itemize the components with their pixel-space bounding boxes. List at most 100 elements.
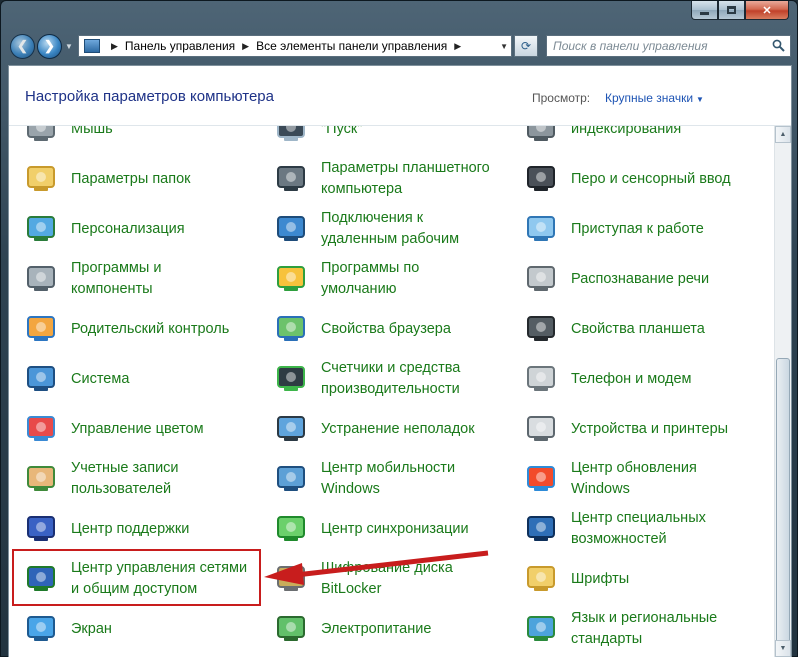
control-panel-item[interactable]: Телефон и модем [509,356,749,402]
programs-icon [27,266,55,291]
user-accounts-icon [27,466,55,491]
control-panel-item-label[interactable]: Электропитание [321,619,431,640]
control-panel-item-label[interactable]: Родительский контроль [71,319,229,340]
breadcrumb-separator-icon[interactable]: ▶ [454,41,461,52]
maximize-button[interactable] [718,1,745,20]
fonts-icon [527,566,555,591]
control-panel-icon [84,39,100,53]
control-panel-item[interactable]: Параметры папок [9,156,249,202]
breadcrumb-control-panel[interactable]: Панель управления [125,39,235,53]
remote-desktop-icon [277,216,305,241]
control-panel-item-label[interactable]: Программы по умолчанию [321,258,419,300]
recent-pages-dropdown[interactable]: ▼ [65,42,75,51]
control-panel-item-label[interactable]: индексирования [571,126,681,140]
scrollbar-thumb[interactable] [776,358,790,648]
control-panel-item-label[interactable]: Параметры планшетного компьютера [321,158,490,200]
control-panel-item-label[interactable]: Подключения к удаленным рабочим [321,208,459,250]
control-panel-item[interactable]: Устройства и принтеры [509,406,749,452]
control-panel-item-label[interactable]: Центр синхронизации [321,519,469,540]
address-bar[interactable]: ▶ Панель управления ▶ Все элементы панел… [78,35,512,57]
control-panel-item[interactable]: Подключения к удаленным рабочим [259,206,499,252]
control-panel-item[interactable]: Родительский контроль [9,306,249,352]
view-by-dropdown[interactable]: Крупные значки ▼ [605,91,704,105]
control-panel-item[interactable]: Параметры планшетного компьютера [259,156,499,202]
action-center-flag-icon [27,516,55,541]
control-panel-item-label[interactable]: Перо и сенсорный ввод [571,169,731,190]
troubleshooting-icon [277,416,305,441]
control-panel-item[interactable]: Персонализация [9,206,249,252]
window-frame: ✕ ❮ ❯ ▼ ▶ Панель управления ▶ Все элемен… [0,0,798,657]
breadcrumb-all-items[interactable]: Все элементы панели управления [256,39,447,53]
control-panel-item[interactable]: Перо и сенсорный ввод [509,156,749,202]
getting-started-icon [527,216,555,241]
control-panel-item-label[interactable]: Персонализация [71,219,185,240]
back-button[interactable]: ❮ [10,33,35,59]
control-panel-item[interactable]: Мышь [9,126,249,152]
view-by-label: Просмотр: [532,91,591,105]
control-panel-item-label[interactable]: Устройства и принтеры [571,419,728,440]
control-panel-item-label[interactable]: Центр специальных возможностей [571,508,706,550]
control-panel-item[interactable]: "Пуск" [259,126,499,152]
scroll-up-icon[interactable]: ▲ [775,126,791,143]
breadcrumb-separator-icon[interactable]: ▶ [242,41,249,52]
control-panel-item-label[interactable]: Программы и компоненты [71,258,161,300]
control-panel-item-label[interactable]: Управление цветом [71,419,204,440]
annotation-highlight-box [12,549,261,606]
maximize-icon [727,6,736,14]
control-panel-item-label[interactable]: Приступая к работе [571,219,704,240]
control-panel-item[interactable]: Центр специальных возможностей [509,506,749,552]
search-icon[interactable] [772,39,785,52]
control-panel-item-label[interactable]: Свойства браузера [321,319,451,340]
control-panel-item[interactable]: Центр обновления Windows [509,456,749,502]
system-icon [27,366,55,391]
control-panel-item[interactable]: Свойства планшета [509,306,749,352]
control-panel-item[interactable]: Управление цветом [9,406,249,452]
control-panel-item-label[interactable]: Язык и региональные стандарты [571,608,717,650]
control-panel-item-label[interactable]: Параметры папок [71,169,191,190]
close-button[interactable]: ✕ [745,1,789,20]
control-panel-item-label[interactable]: Устранение неполадок [321,419,475,440]
control-panel-item-label[interactable]: Экран [71,619,112,640]
minimize-button[interactable] [691,1,718,20]
control-panel-item[interactable]: Программы и компоненты [9,256,249,302]
control-panel-item-label[interactable]: Распознавание речи [571,269,709,290]
control-panel-item-label[interactable]: Мышь [71,126,113,140]
control-panel-item-label[interactable]: Телефон и модем [571,369,692,390]
control-panel-item[interactable]: Распознавание речи [509,256,749,302]
power-options-icon [277,616,305,641]
control-panel-item[interactable]: Приступая к работе [509,206,749,252]
control-panel-item[interactable]: Счетчики и средства производительности [259,356,499,402]
forward-button[interactable]: ❯ [37,33,62,59]
control-panel-item-label[interactable]: Центр поддержки [71,519,189,540]
minimize-icon [700,11,709,15]
control-panel-item[interactable]: Язык и региональные стандарты [509,606,749,652]
control-panel-item[interactable]: Центр мобильности Windows [259,456,499,502]
control-panel-item-label[interactable]: Система [71,369,129,390]
caption-buttons: ✕ [691,1,789,21]
vertical-scrollbar[interactable]: ▲ ▼ [774,126,791,657]
address-dropdown-icon[interactable]: ▼ [500,42,508,51]
control-panel-item-label[interactable]: Учетные записи пользователей [71,458,179,500]
control-panel-item-label[interactable]: Свойства планшета [571,319,705,340]
control-panel-item[interactable]: Экран [9,606,249,652]
control-panel-item[interactable]: Система [9,356,249,402]
folder-options-icon [27,166,55,191]
control-panel-item[interactable]: Устранение неполадок [259,406,499,452]
control-panel-item[interactable]: Электропитание [259,606,499,652]
breadcrumb-separator-icon[interactable]: ▶ [111,41,118,52]
refresh-button[interactable]: ⟳ [514,35,538,57]
default-programs-icon [277,266,305,291]
scroll-down-icon[interactable]: ▼ [775,640,791,657]
control-panel-item-label[interactable]: Центр мобильности Windows [321,458,455,500]
control-panel-item[interactable]: индексирования [509,126,749,152]
control-panel-item-label[interactable]: Центр обновления Windows [571,458,697,500]
control-panel-item-label[interactable]: Шрифты [571,569,629,590]
search-input[interactable]: Поиск в панели управления [546,35,791,57]
control-panel-item-label[interactable]: "Пуск" [321,126,362,140]
control-panel-item[interactable]: Шрифты [509,556,749,602]
control-panel-item[interactable]: Программы по умолчанию [259,256,499,302]
control-panel-item[interactable]: Центр поддержки [9,506,249,552]
control-panel-item[interactable]: Учетные записи пользователей [9,456,249,502]
control-panel-item-label[interactable]: Счетчики и средства производительности [321,358,460,400]
control-panel-item[interactable]: Свойства браузера [259,306,499,352]
